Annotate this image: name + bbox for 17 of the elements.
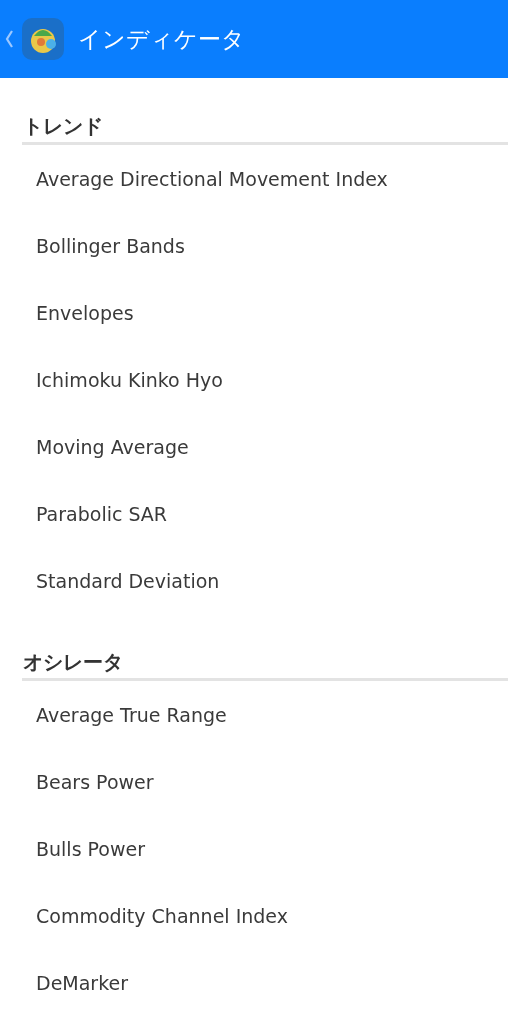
indicator-item[interactable]: Average Directional Movement Index [0, 145, 508, 212]
indicator-item[interactable]: Standard Deviation [0, 547, 508, 614]
indicator-item[interactable]: Moving Average [0, 413, 508, 480]
indicator-item[interactable]: DeMarker [0, 949, 508, 1016]
indicator-item[interactable]: Ichimoku Kinko Hyo [0, 346, 508, 413]
section-header: オシレータ [22, 650, 123, 676]
section-header: トレンド [22, 114, 103, 140]
indicator-item[interactable]: Parabolic SAR [0, 480, 508, 547]
screen-title: インディケータ [78, 24, 245, 54]
back-icon[interactable] [4, 29, 14, 49]
indicator-item[interactable]: Bulls Power [0, 815, 508, 882]
indicator-item[interactable]: Bollinger Bands [0, 212, 508, 279]
indicator-item[interactable]: Bears Power [0, 748, 508, 815]
indicator-item[interactable]: Envelopes [0, 279, 508, 346]
app-icon [22, 18, 64, 60]
indicator-item[interactable]: Average True Range [0, 681, 508, 748]
indicator-item[interactable]: Commodity Channel Index [0, 882, 508, 949]
